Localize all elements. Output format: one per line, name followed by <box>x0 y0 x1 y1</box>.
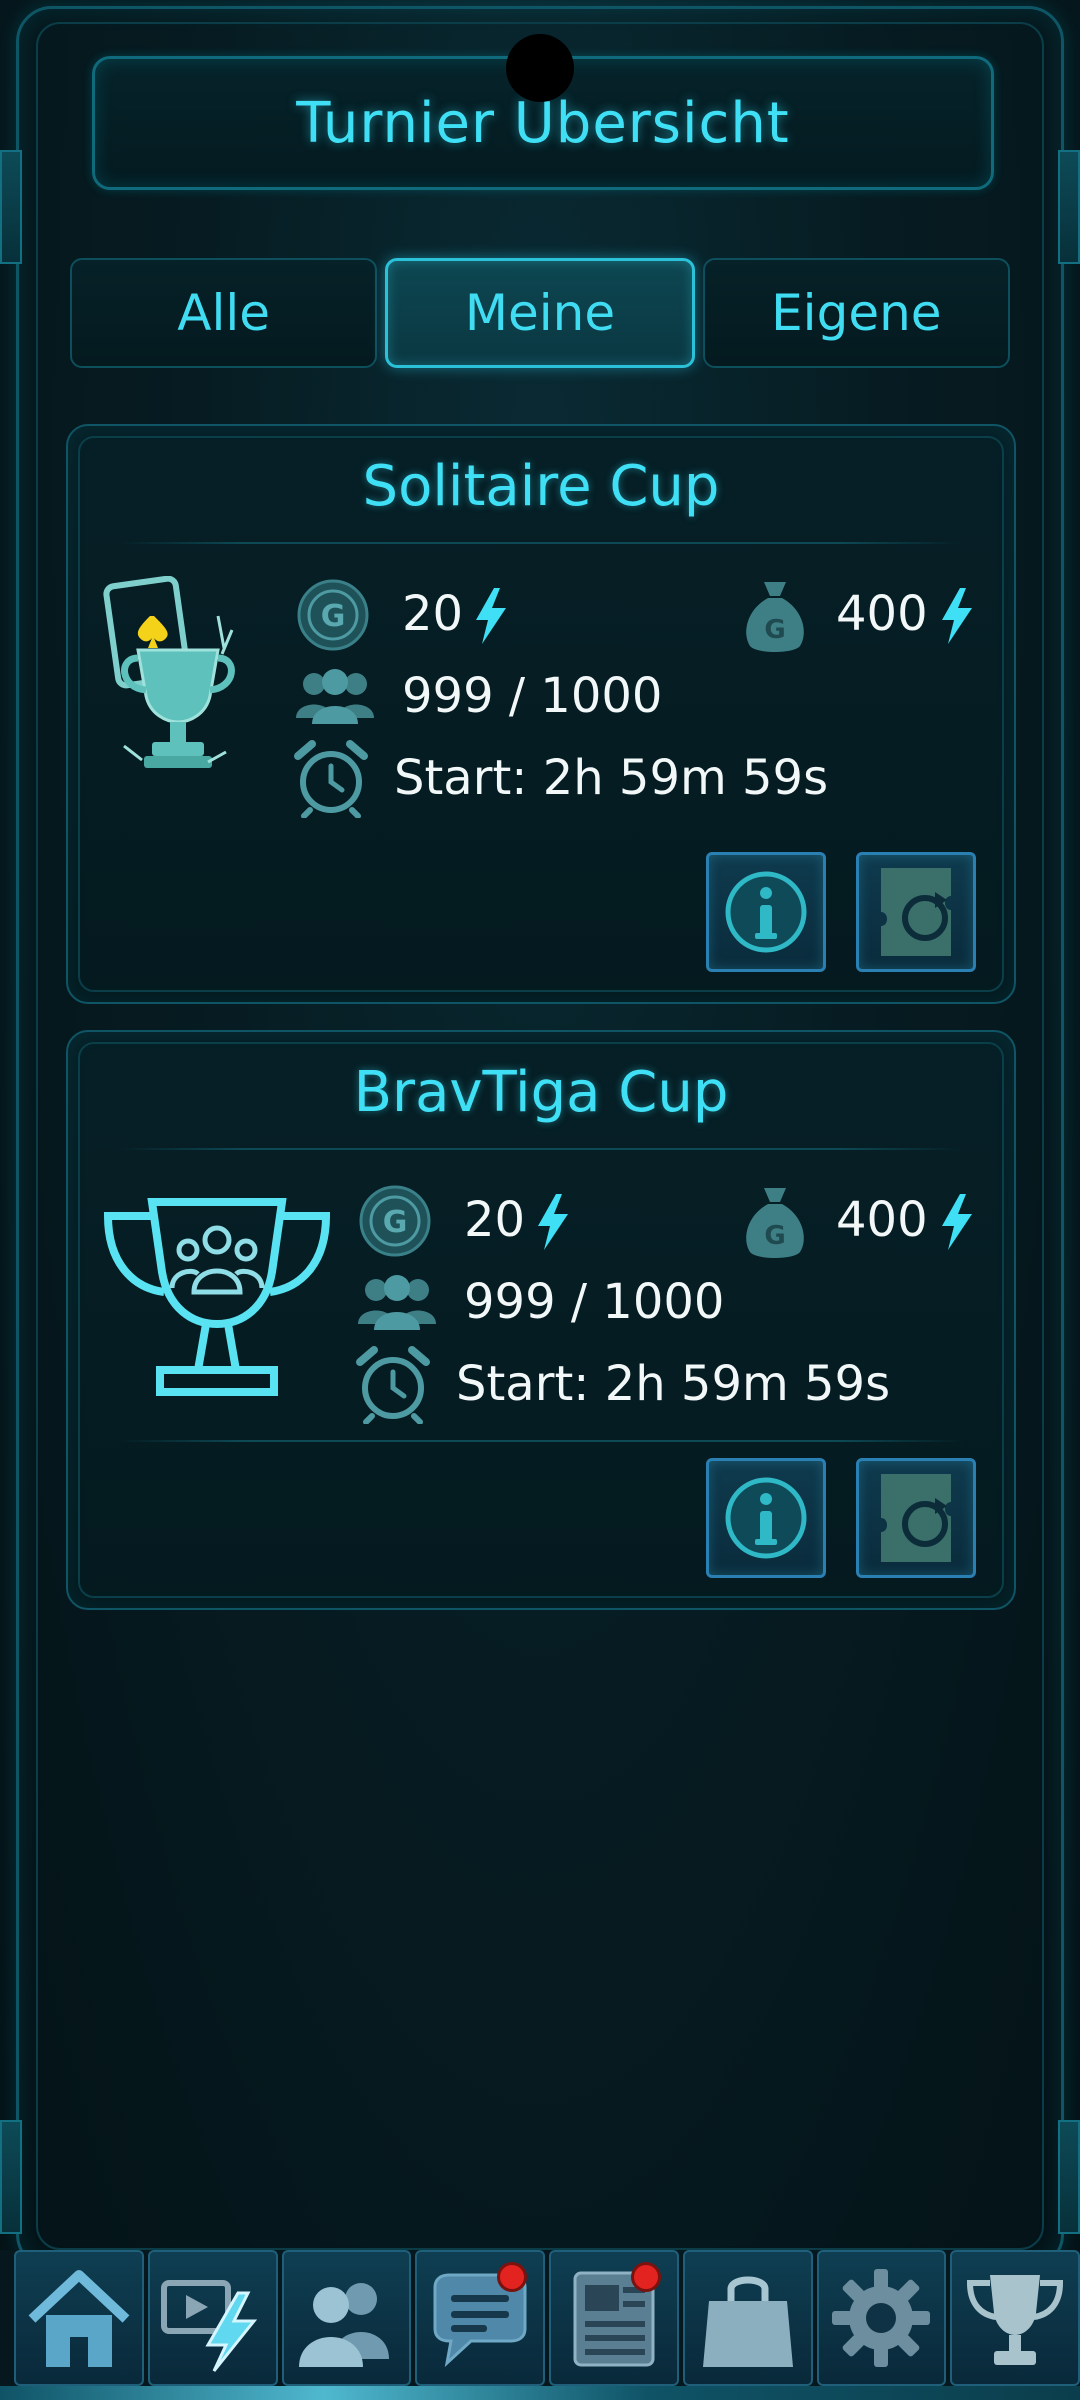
participants-value: 999 / 1000 <box>402 668 663 724</box>
divider <box>118 542 964 544</box>
start-countdown: Start: 2h 59m 59s <box>394 750 829 806</box>
entry-fee-coin-icon: G <box>296 578 370 652</box>
reenter-ticket-button[interactable] <box>856 1458 976 1578</box>
camera-cutout <box>506 34 574 102</box>
divider <box>118 1148 964 1150</box>
info-icon <box>725 1477 807 1559</box>
participants-icon <box>296 666 374 726</box>
settings-gear-icon <box>832 2269 931 2367</box>
ticket-refresh-icon <box>881 868 951 956</box>
prize-bag-icon: G <box>740 1184 810 1264</box>
svg-text:G: G <box>383 1205 408 1240</box>
tab-meine[interactable]: Meine <box>385 258 695 368</box>
team-trophy-icon <box>102 1192 332 1402</box>
participants-icon <box>358 1272 436 1332</box>
info-icon <box>725 871 807 953</box>
tournament-card[interactable]: BravTiga Cup G 20 G 400 999 / 1000 Start… <box>66 1030 1016 1610</box>
video-bolt-icon <box>160 2280 257 2372</box>
nav-home[interactable] <box>14 2250 144 2386</box>
frame-decoration <box>1058 2120 1080 2234</box>
alarm-clock-icon <box>294 740 368 819</box>
tournament-card[interactable]: Solitaire Cup G 20 G 400 999 / 1000 Star… <box>66 424 1016 1004</box>
tab-alle[interactable]: Alle <box>70 258 378 368</box>
frame-decoration <box>0 150 22 264</box>
friends-icon <box>299 2283 390 2367</box>
lightning-currency-icon <box>470 586 510 646</box>
shop-bag-icon <box>702 2276 793 2367</box>
notification-badge <box>630 2262 661 2292</box>
frame-decoration <box>1058 150 1080 264</box>
tab-bar: Alle Meine Eigene <box>66 258 1014 368</box>
prize-bag-icon: G <box>740 578 810 658</box>
lightning-currency-icon <box>936 1192 976 1252</box>
system-home-bar <box>0 2386 1080 2400</box>
divider <box>118 1440 964 1442</box>
tournament-title: BravTiga Cup <box>353 1060 729 1125</box>
frame-decoration <box>0 2120 22 2234</box>
ticket-refresh-icon <box>881 1474 951 1562</box>
entry-fee-value: 20 <box>402 586 464 642</box>
nav-friends[interactable] <box>281 2250 412 2386</box>
svg-text:G: G <box>321 599 346 634</box>
screen: Turnier Übersicht Alle Meine Eigene Soli… <box>0 0 1080 2400</box>
nav-shop[interactable] <box>682 2250 813 2386</box>
svg-text:G: G <box>764 615 785 645</box>
info-button[interactable] <box>706 852 826 972</box>
nav-videos[interactable] <box>147 2250 278 2386</box>
nav-news[interactable] <box>549 2250 679 2386</box>
nav-tournaments[interactable] <box>950 2250 1080 2386</box>
nav-settings[interactable] <box>816 2250 947 2386</box>
alarm-clock-icon <box>356 1346 430 1425</box>
entry-fee-coin-icon: G <box>358 1184 432 1258</box>
lightning-currency-icon <box>532 1192 572 1252</box>
participants-value: 999 / 1000 <box>464 1274 725 1330</box>
lightning-currency-icon <box>936 586 976 646</box>
info-button[interactable] <box>706 1458 826 1578</box>
svg-text:G: G <box>764 1221 785 1251</box>
trophy-icon <box>967 2275 1064 2365</box>
nav-chat[interactable] <box>415 2250 545 2386</box>
home-icon <box>28 2270 130 2367</box>
prize-value: 400 <box>836 1192 928 1248</box>
bottom-nav <box>0 2250 1080 2400</box>
tab-eigene[interactable]: Eigene <box>702 258 1010 368</box>
prize-value: 400 <box>836 586 928 642</box>
solitaire-trophy-icon <box>98 575 258 776</box>
entry-fee-value: 20 <box>464 1192 526 1248</box>
notification-badge <box>497 2262 527 2292</box>
reenter-ticket-button[interactable] <box>856 852 976 972</box>
start-countdown: Start: 2h 59m 59s <box>456 1356 891 1412</box>
tournament-title: Solitaire Cup <box>362 454 720 519</box>
